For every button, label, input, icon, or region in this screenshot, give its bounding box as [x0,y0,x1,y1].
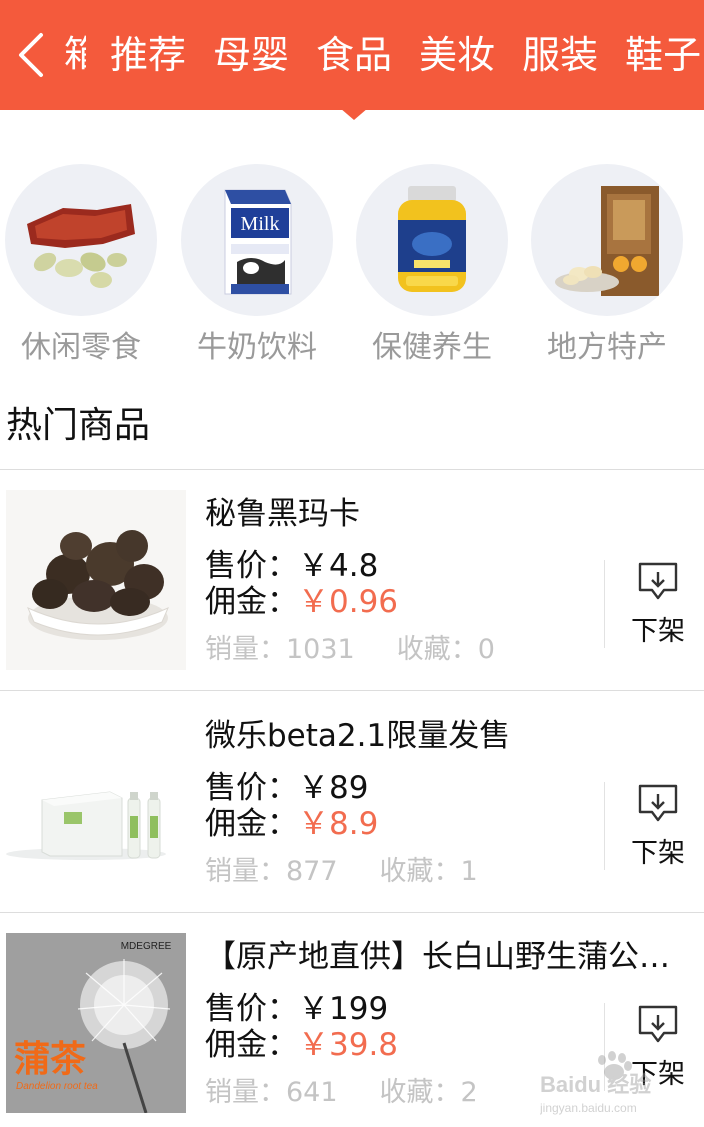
tab-food[interactable]: 食品 [316,30,392,80]
svg-text:Milk: Milk [241,213,280,235]
product-price: 售价：￥199 [205,991,389,1027]
product-image [6,712,186,892]
divider [604,782,605,870]
offshelf-button[interactable]: 下架 [612,782,704,882]
specialty-box-image [531,164,683,316]
category-snacks[interactable]: 休闲零食 [0,162,175,372]
product-commission: 佣金：￥39.8 [205,1027,399,1063]
divider [604,560,605,648]
product-stats: 销量：877 收藏：1 [205,856,478,887]
offshelf-icon [638,1005,678,1043]
product-image [6,490,186,670]
snack-image [5,164,157,316]
product-stats: 销量：1031 收藏：0 [205,634,495,665]
product-row[interactable]: 秘鲁黑玛卡 售价：￥4.8 佣金：￥0.96 销量：1031 收藏：0 下架 [0,470,704,690]
product-name: 秘鲁黑玛卡 [205,496,360,532]
active-tab-indicator [340,108,368,120]
section-title: 热门商品 [6,405,151,446]
product-image: MDEGREE 蒲茶 Dandelion root tea [6,933,186,1113]
category-label: 休闲零食 [21,330,141,365]
supplement-bottle-image [356,164,508,316]
offshelf-icon [638,784,678,822]
svg-text:jingyan.baidu.com: jingyan.baidu.com [540,1101,637,1115]
category-label: 牛奶饮料 [197,330,317,365]
milk-carton-image: Milk [181,164,333,316]
svg-text:MDEGREE: MDEGREE [121,941,172,952]
product-commission: 佣金：￥0.96 [205,584,399,620]
svg-text:蒲茶: 蒲茶 [14,1039,87,1080]
top-nav-bar: 箱 推荐 母婴 食品 美妆 服装 鞋子 [0,0,704,110]
category-health[interactable]: 保健养生 [351,162,526,372]
subcategory-row: 休闲零食 Milk 牛奶饮料 保健养生 地方特产 [0,162,704,372]
tab-baby[interactable]: 母婴 [213,30,289,80]
offshelf-button[interactable]: 下架 [612,560,704,660]
tab-shoes[interactable]: 鞋子 [625,30,701,80]
tab-partial[interactable]: 箱 [64,30,86,80]
category-tabs: 推荐 母婴 食品 美妆 服装 鞋子 [110,30,704,80]
offshelf-label: 下架 [631,838,685,869]
tab-clothing[interactable]: 服装 [522,30,598,80]
offshelf-icon [638,562,678,600]
divider [0,690,704,691]
category-local-specialty[interactable]: 地方特产 [526,162,701,372]
baidu-watermark: Baidu 经验 jingyan.baidu.com [539,1050,700,1120]
product-stats: 销量：641 收藏：2 [205,1077,478,1108]
svg-text:Dandelion root tea: Dandelion root tea [16,1081,98,1092]
tab-beauty[interactable]: 美妆 [419,30,495,80]
back-button[interactable] [10,26,50,84]
svg-text:Baidu 经验: Baidu 经验 [540,1072,651,1097]
chevron-left-icon [19,33,43,77]
product-name: 【原产地直供】长白山野生蒲公英根茶 [205,939,695,975]
product-row[interactable]: 微乐beta2.1限量发售 售价：￥89 佣金：￥8.9 销量：877 收藏：1 … [0,692,704,912]
product-commission: 佣金：￥8.9 [205,806,379,842]
product-price: 售价：￥89 [205,770,369,806]
category-label: 保健养生 [372,330,492,365]
tab-recommend[interactable]: 推荐 [110,30,186,80]
category-label: 地方特产 [547,330,667,365]
product-price: 售价：￥4.8 [205,548,379,584]
offshelf-label: 下架 [631,616,685,647]
product-name: 微乐beta2.1限量发售 [205,718,511,754]
category-milk-drinks[interactable]: Milk 牛奶饮料 [176,162,351,372]
